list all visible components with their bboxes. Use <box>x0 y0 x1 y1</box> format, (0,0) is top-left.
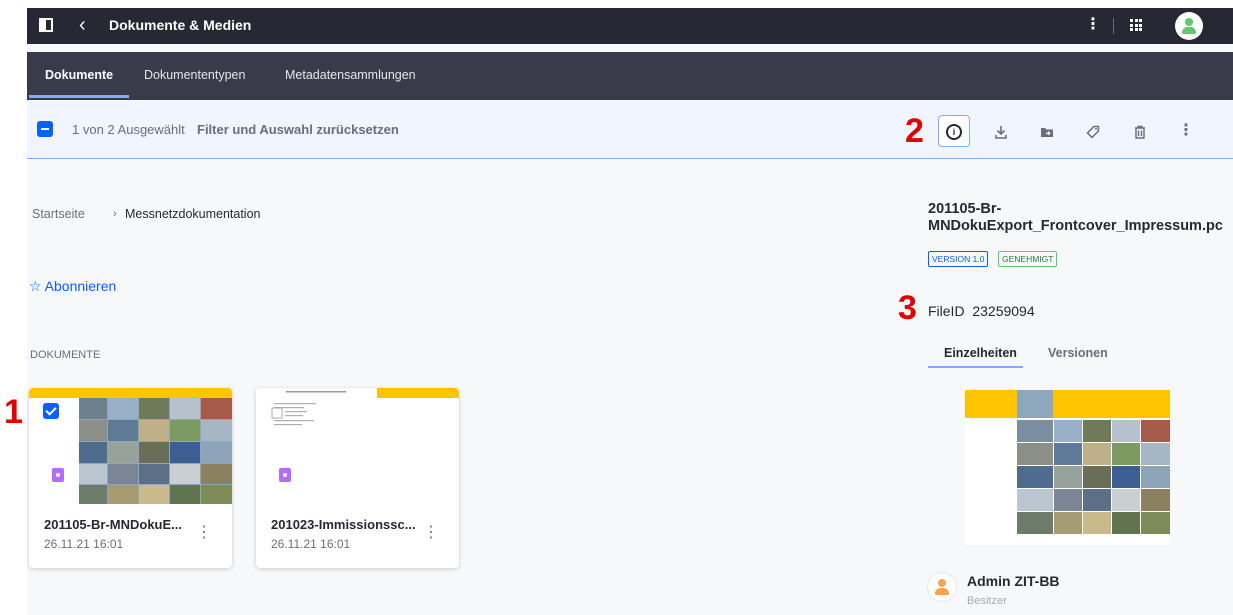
user-avatar[interactable] <box>1175 12 1203 40</box>
annotation-marker-2: 2 <box>905 112 924 150</box>
version-badge: VERSION 1.0 <box>928 251 989 267</box>
info-button[interactable]: i <box>938 115 970 147</box>
tab-metadatensammlungen[interactable]: Metadatensammlungen <box>285 68 416 82</box>
breadcrumb-current: Messnetzdokumentation <box>125 207 261 221</box>
document-date: 26.11.21 16:01 <box>271 537 351 551</box>
selection-count: 1 von 2 Ausgewählt <box>72 122 185 137</box>
status-badge: GENEHMIGT <box>998 251 1058 267</box>
file-id: FileID 23259094 <box>928 303 1035 319</box>
file-type-icon <box>52 468 64 482</box>
delete-button[interactable] <box>1124 115 1156 147</box>
page-title: Dokumente & Medien <box>109 17 252 33</box>
top-bar: ‹ Dokumente & Medien ⋮ <box>27 8 1233 44</box>
download-button[interactable] <box>985 115 1017 147</box>
breadcrumb-home[interactable]: Startseite <box>32 207 85 221</box>
move-button[interactable] <box>1031 115 1063 147</box>
more-icon: ⋮ <box>1178 122 1194 139</box>
owner-avatar <box>928 573 956 601</box>
owner-role: Besitzer <box>967 595 1007 607</box>
tag-icon <box>1086 126 1100 139</box>
navigation-tabs: Dokumente Dokumententypen Metadatensamml… <box>27 52 1233 100</box>
panel-document-title: 201105-Br- MNDokuExport_Frontcover_Impre… <box>928 201 1223 234</box>
document-date: 26.11.21 16:01 <box>44 537 124 551</box>
tab-dokumente[interactable]: Dokumente <box>45 68 113 82</box>
divider <box>1113 18 1114 34</box>
back-chevron-icon[interactable]: ‹ <box>79 13 86 37</box>
info-icon: i <box>946 124 962 141</box>
active-tab-indicator <box>928 366 1023 368</box>
more-actions-button[interactable]: ⋮ <box>1170 115 1202 147</box>
card-checkbox[interactable] <box>43 403 59 419</box>
document-card[interactable]: 201105-Br-MNDokuE... 26.11.21 16:01 ⋮ <box>29 388 232 568</box>
app-window: ‹ Dokumente & Medien ⋮ Dokumente Dokumen… <box>27 8 1233 615</box>
move-folder-icon <box>1041 128 1053 138</box>
card-more-icon[interactable]: ⋮ <box>423 522 439 544</box>
tab-details[interactable]: Einzelheiten <box>944 346 1017 360</box>
owner-name: Admin ZIT-BB <box>967 573 1060 589</box>
document-card[interactable]: 201023-Immissionssc... 26.11.21 16:01 ⋮ <box>256 388 459 568</box>
document-title[interactable]: 201105-Br-MNDokuE... <box>44 517 182 532</box>
document-title[interactable]: 201023-Immissionssc... <box>271 517 416 532</box>
trash-icon <box>1135 126 1145 139</box>
tab-dokumententypen[interactable]: Dokumententypen <box>144 68 245 82</box>
section-title: DOKUMENTE <box>30 349 101 361</box>
document-preview <box>965 390 1170 545</box>
subscribe-link[interactable]: ☆ Abonnieren <box>29 278 116 295</box>
header-more-icon[interactable]: ⋮ <box>1085 15 1101 35</box>
reset-filter-button[interactable]: Filter und Auswahl zurücksetzen <box>197 122 399 137</box>
download-icon <box>995 126 1007 140</box>
tab-versions[interactable]: Versionen <box>1048 346 1108 360</box>
selection-toolbar: 1 von 2 Ausgewählt Filter und Auswahl zu… <box>27 101 1233 159</box>
active-tab-indicator <box>29 95 129 98</box>
card-more-icon[interactable]: ⋮ <box>196 522 212 544</box>
document-thumbnail <box>256 388 459 504</box>
breadcrumb-separator-icon: › <box>113 208 117 220</box>
annotation-marker-3: 3 <box>898 289 917 327</box>
apps-grid-icon[interactable] <box>1130 19 1142 31</box>
file-type-icon <box>279 468 291 482</box>
categorize-button[interactable] <box>1077 115 1109 147</box>
document-thumbnail <box>29 388 232 504</box>
select-all-checkbox[interactable] <box>37 121 53 137</box>
sidebar-toggle-icon[interactable] <box>39 18 53 32</box>
annotation-marker-1: 1 <box>4 393 23 431</box>
